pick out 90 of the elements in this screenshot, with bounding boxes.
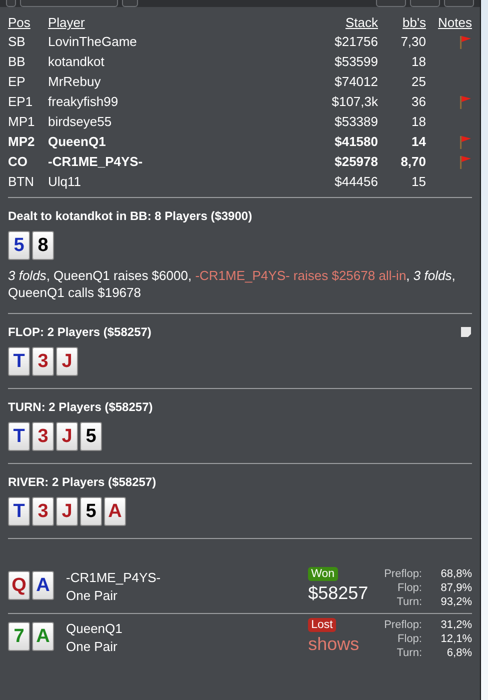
playing-card: 3 — [32, 497, 54, 526]
street-title: FLOP: 2 Players ($58257) — [8, 325, 152, 339]
playing-card: J — [56, 422, 78, 451]
note-icon[interactable] — [460, 326, 472, 338]
flag-icon[interactable] — [459, 135, 472, 149]
result-badge: Won — [308, 567, 338, 581]
position-cell-text: SB — [8, 33, 26, 51]
toolbar-button[interactable] — [410, 0, 440, 7]
street-title: RIVER: 2 Players ($58257) — [8, 475, 156, 489]
column-header[interactable]: Pos — [8, 15, 48, 31]
result-amount: $58257 — [308, 582, 368, 605]
playing-card: 5 — [80, 422, 102, 451]
stack-cell-text: $74012 — [334, 73, 378, 91]
player-name: LovinTheGame — [48, 33, 138, 51]
playing-card: T — [8, 422, 30, 451]
column-header[interactable]: bb's — [378, 15, 426, 31]
position-cell-text: CO — [8, 153, 28, 171]
position-cell-text: EP1 — [8, 93, 34, 111]
position-cell-text: BB — [8, 53, 26, 71]
playing-card: A — [104, 497, 126, 526]
hand-rank: One Pair — [66, 587, 118, 605]
bb-cell-text: 14 — [410, 133, 426, 151]
equity-value: 87,9% — [440, 581, 472, 595]
stack-cell-text: $53599 — [334, 53, 378, 71]
player-name: -CR1ME_P4YS- — [66, 569, 162, 587]
player-name: Ulq11 — [48, 173, 82, 191]
equity-label: Preflop: — [384, 567, 422, 581]
stack-cell-text: $41580 — [334, 133, 378, 151]
playing-card: 3 — [32, 347, 54, 376]
result-badge: Lost — [308, 618, 336, 632]
equity-value: 93,2% — [440, 595, 472, 609]
bb-cell-text: 18 — [410, 113, 426, 131]
stack-cell-text: $44456 — [334, 173, 378, 191]
position-cell-text: MP1 — [8, 113, 36, 131]
position-cell-text: BTN — [8, 173, 35, 191]
toolbar-button[interactable] — [444, 0, 474, 7]
position-cell-text: EP — [8, 73, 26, 91]
equity-value: 68,8% — [440, 567, 472, 581]
playing-card: A — [32, 571, 54, 600]
column-header[interactable]: Notes — [426, 15, 472, 31]
equity-label: Flop: — [396, 581, 422, 595]
playing-card: 7 — [8, 622, 30, 651]
bb-cell-text: 8,70 — [400, 153, 426, 171]
playing-card: 5 — [80, 497, 102, 526]
playing-card: J — [56, 347, 78, 376]
stack-cell-text: $25978 — [334, 153, 378, 171]
stack-cell-text: $107,3k — [330, 93, 378, 111]
hand-rank: One Pair — [66, 638, 118, 656]
stack-cell-text: $53389 — [334, 113, 378, 131]
player-name: QueenQ1 — [48, 133, 107, 151]
player-name: MrRebuy — [48, 73, 102, 91]
player-name: -CR1ME_P4YS- — [48, 153, 144, 171]
column-header[interactable]: Stack — [288, 15, 378, 31]
flag-icon[interactable] — [459, 35, 472, 49]
flag-icon[interactable] — [459, 155, 472, 169]
playing-card: T — [8, 347, 30, 376]
playing-card: T — [8, 497, 30, 526]
equity-value: 6,8% — [446, 646, 472, 660]
bb-cell-text: 36 — [410, 93, 426, 111]
action-summary: 3 folds, QueenQ1 raises $6000, -CR1ME_P4YS- raises $25678 all-in, 3 folds, QueenQ1 calls $19678 — [8, 267, 456, 301]
bb-cell-text: 25 — [410, 73, 426, 91]
street-title: TURN: 2 Players ($58257) — [8, 400, 153, 414]
bb-cell-text: 7,30 — [400, 33, 426, 51]
toolbar-button[interactable] — [122, 0, 138, 7]
equity-value: 31,2% — [440, 618, 472, 632]
stack-cell-text: $21756 — [334, 33, 378, 51]
playing-card: Q — [8, 571, 30, 600]
playing-card: 8 — [32, 231, 54, 260]
bb-cell-text: 18 — [410, 53, 426, 71]
player-name: QueenQ1 — [66, 620, 124, 638]
equity-label: Flop: — [396, 632, 422, 646]
player-name: freakyfish99 — [48, 93, 120, 111]
equity-value: 12,1% — [440, 632, 472, 646]
equity-label: Turn: — [396, 595, 422, 609]
toolbar-button[interactable] — [6, 0, 16, 7]
player-name: birdseye55 — [48, 113, 113, 131]
playing-card: A — [32, 622, 54, 651]
equity-label: Preflop: — [384, 618, 422, 632]
playing-card: J — [56, 497, 78, 526]
result-amount: shows — [308, 633, 360, 656]
equity-label: Turn: — [396, 646, 422, 660]
bb-cell-text: 15 — [410, 173, 426, 191]
column-header[interactable]: Player — [48, 15, 288, 31]
playing-card: 3 — [32, 422, 54, 451]
playing-card: 5 — [8, 231, 30, 260]
street-title: Dealt to kotandkot in BB: 8 Players ($3900) — [8, 209, 252, 223]
position-cell-text: MP2 — [8, 133, 36, 151]
player-name: kotandkot — [48, 53, 106, 71]
flag-icon[interactable] — [459, 95, 472, 109]
toolbar-button[interactable] — [376, 0, 406, 7]
